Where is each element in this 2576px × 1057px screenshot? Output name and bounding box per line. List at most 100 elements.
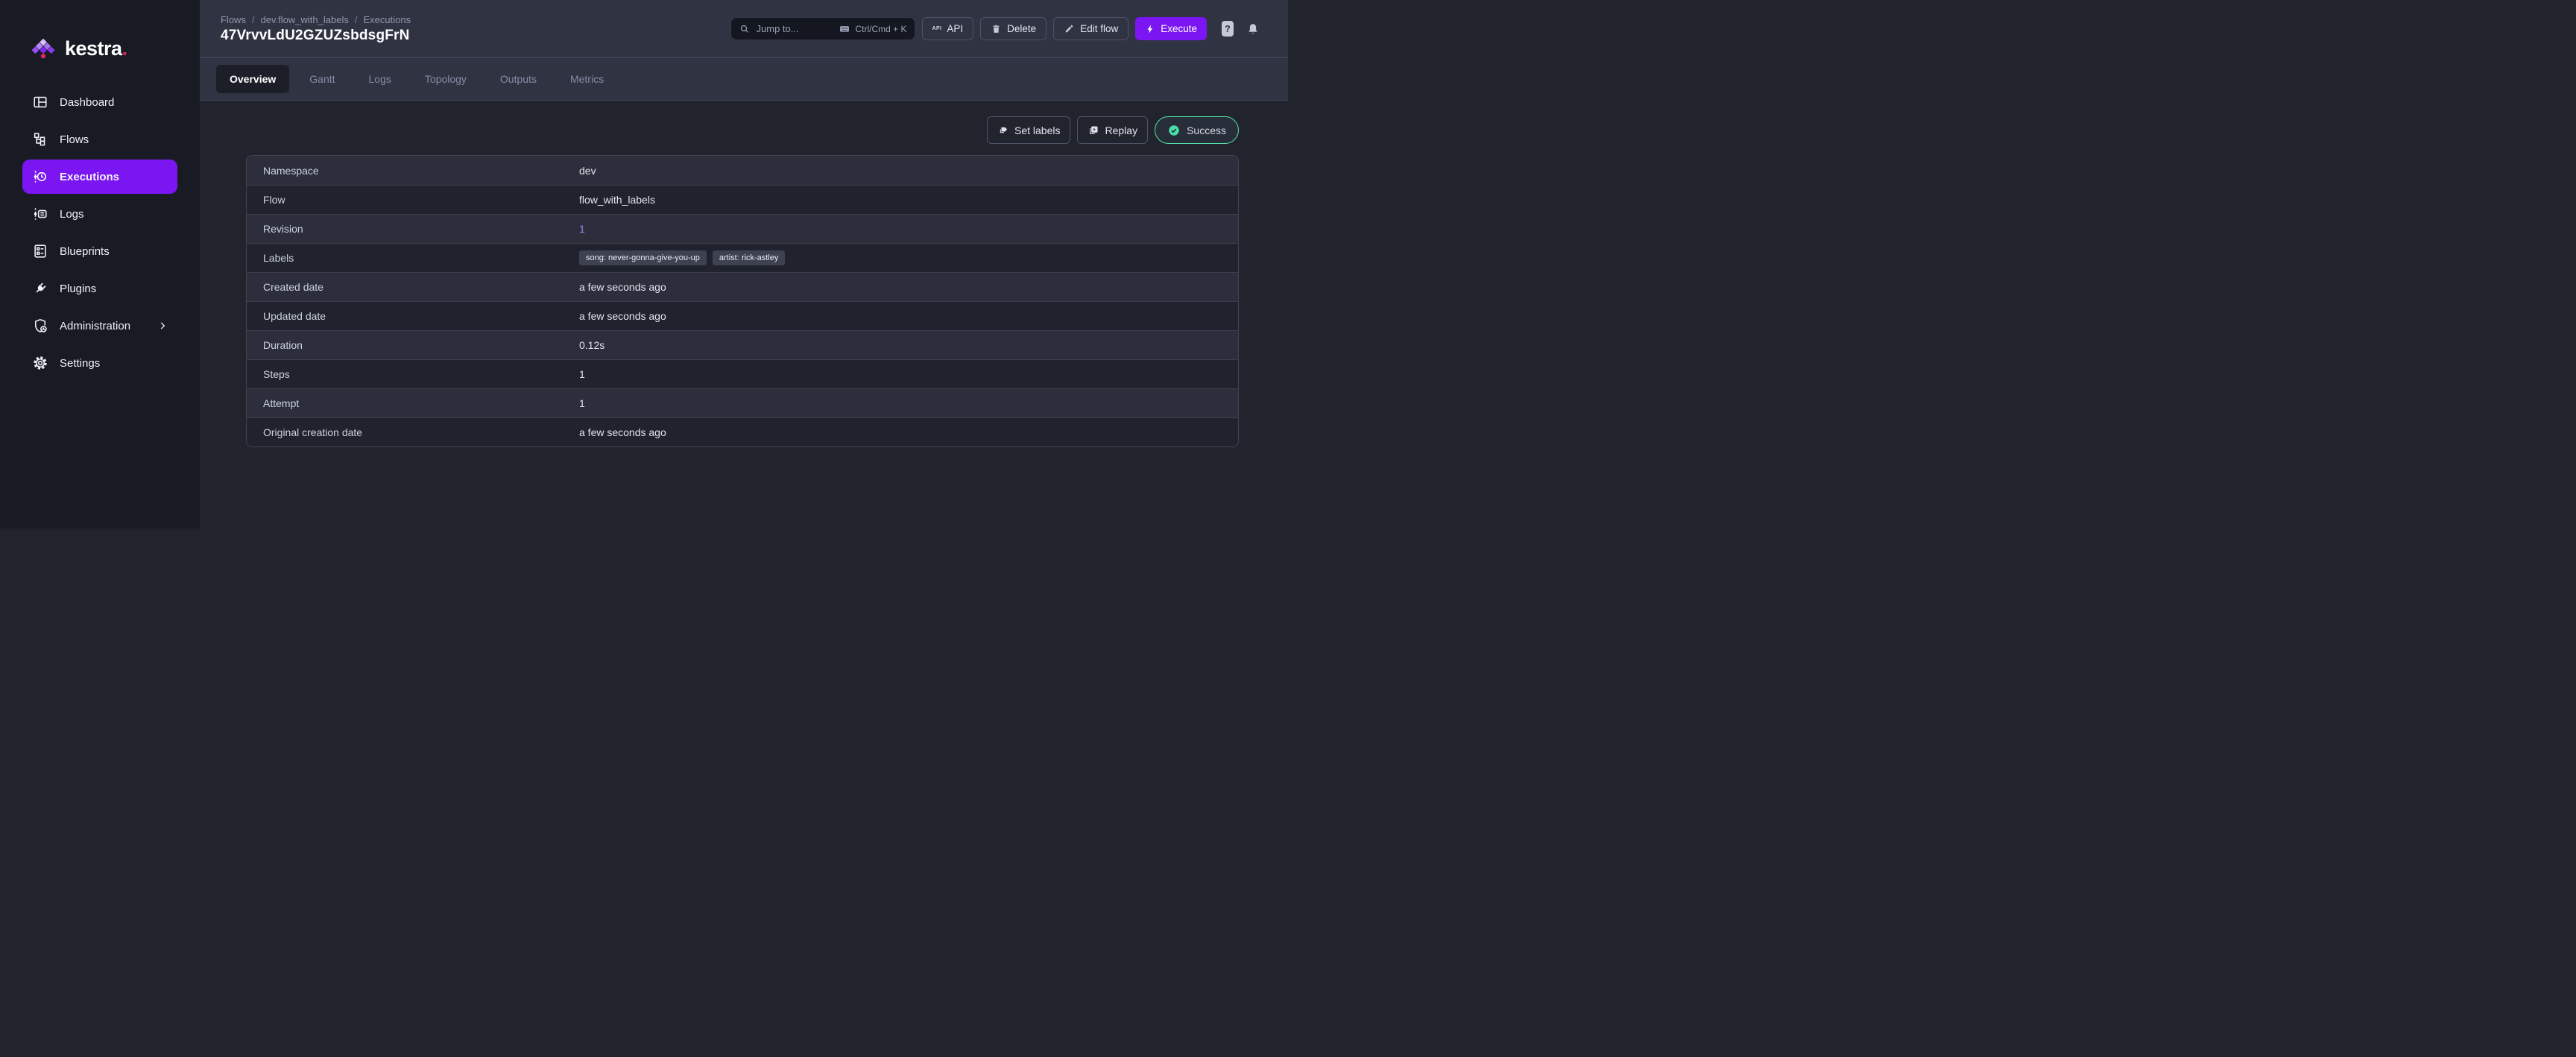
tab-label: Topology [425,73,467,85]
sidebar-item-executions[interactable]: Executions [22,160,177,194]
pencil-icon [1064,23,1075,34]
label-badge-artist[interactable]: artist: rick-astley [713,250,785,265]
tab-metrics[interactable]: Metrics [557,65,617,93]
shortcut-label: Ctrl/Cmd + K [856,24,907,34]
sidebar-item-settings[interactable]: Settings [22,346,177,380]
label-badge-song[interactable]: song: never-gonna-give-you-up [579,250,707,265]
replay-button[interactable]: Replay [1077,116,1148,144]
sidebar-item-label: Administration [60,320,130,332]
sidebar-nav: Dashboard Flows [0,85,200,380]
table-row-steps: Steps 1 [247,359,1238,388]
search-shortcut: Ctrl/Cmd + K [838,23,907,34]
kestra-logo[interactable]: kestra. [0,0,200,60]
main-area: Flows / dev.flow_with_labels / Execution… [200,0,1288,528]
administration-icon [32,318,48,334]
execute-button[interactable]: Execute [1135,17,1207,40]
keyboard-icon [838,23,851,34]
settings-icon [32,355,48,371]
sidebar-item-label: Flows [60,133,89,146]
table-row-original-creation-date: Original creation date a few seconds ago [247,417,1238,447]
set-labels-button-label: Set labels [1014,124,1060,136]
edit-flow-button-label: Edit flow [1080,23,1118,34]
dashboard-icon [32,94,48,110]
row-label: Labels [247,252,579,264]
jump-to-search-input[interactable]: Jump to... Ctrl/Cmd + K [730,17,915,40]
status-badge[interactable]: Success [1155,116,1239,144]
kestra-logo-icon [31,38,55,60]
search-placeholder: Jump to... [757,23,799,34]
delete-button-label: Delete [1007,23,1036,34]
execute-button-label: Execute [1161,23,1197,34]
sidebar-item-label: Logs [60,208,84,221]
sidebar-item-administration[interactable]: Administration [22,309,177,343]
edit-flow-button[interactable]: Edit flow [1053,17,1128,40]
row-value: a few seconds ago [579,426,666,438]
table-row-flow: Flow flow_with_labels [247,185,1238,214]
revision-link[interactable]: 1 [579,223,585,235]
tab-overview[interactable]: Overview [216,65,289,93]
breadcrumb-flows[interactable]: Flows [221,14,246,25]
execution-tabbar: Overview Gantt Logs Topology Outputs Met… [200,58,1288,101]
replay-icon [1087,124,1099,136]
lightning-bolt-icon [1145,24,1155,34]
table-row-updated-date: Updated date a few seconds ago [247,301,1238,330]
set-labels-button[interactable]: Set labels [987,116,1070,144]
row-label: Attempt [247,397,579,409]
chevron-right-icon [157,321,168,331]
tab-gantt[interactable]: Gantt [296,65,348,93]
sidebar-item-dashboard[interactable]: Dashboard [22,85,177,119]
tab-topology[interactable]: Topology [411,65,480,93]
logs-icon [32,206,48,222]
row-value: a few seconds ago [579,281,666,293]
row-label: Duration [247,339,579,351]
breadcrumb-separator: / [355,14,358,25]
execution-actions: Set labels Replay [246,116,1239,144]
sidebar-item-label: Plugins [60,283,96,295]
sidebar-item-blueprints[interactable]: Blueprints [22,234,177,268]
sidebar-item-label: Blueprints [60,245,110,258]
sidebar-item-flows[interactable]: Flows [22,122,177,157]
tab-logs[interactable]: Logs [356,65,405,93]
row-value: 1 [579,397,585,409]
header-controls: Jump to... Ctrl/Cmd + K [730,17,1260,40]
flows-icon [32,131,48,148]
help-icon[interactable]: ? [1222,21,1234,37]
sidebar-item-plugins[interactable]: Plugins [22,271,177,306]
replay-button-label: Replay [1105,124,1137,136]
table-row-namespace: Namespace dev [247,156,1238,185]
breadcrumb-separator: / [252,14,255,25]
breadcrumb: Flows / dev.flow_with_labels / Execution… [221,14,411,25]
labels-badges: song: never-gonna-give-you-up artist: ri… [579,250,785,265]
row-label: Flow [247,194,579,206]
top-header: Flows / dev.flow_with_labels / Execution… [200,0,1288,58]
delete-button[interactable]: Delete [980,17,1046,40]
row-label: Original creation date [247,426,579,438]
row-value: 0.12s [579,339,604,351]
breadcrumb-flow-id[interactable]: dev.flow_with_labels [261,14,349,25]
sidebar: kestra. Dashboard Flows [0,0,200,528]
row-label: Steps [247,368,579,380]
tab-outputs[interactable]: Outputs [487,65,550,93]
row-label: Created date [247,281,579,293]
tab-label: Gantt [309,73,335,85]
row-value: a few seconds ago [579,310,666,322]
table-row-duration: Duration 0.12s [247,330,1238,359]
row-value: flow_with_labels [579,194,655,206]
api-button[interactable]: API API [922,17,974,40]
blueprints-icon [32,243,48,259]
sidebar-item-logs[interactable]: Logs [22,197,177,231]
api-icon: API [932,26,942,31]
page-title: 47VrvvLdU2GZUZsbdsgFrN [221,28,411,44]
overview-content: Set labels Replay [200,101,1288,528]
notifications-bell-icon[interactable] [1246,22,1260,36]
row-label: Namespace [247,165,579,177]
sidebar-item-label: Dashboard [60,96,114,109]
row-label: Updated date [247,310,579,322]
breadcrumb-executions[interactable]: Executions [363,14,411,25]
api-button-label: API [947,23,963,34]
brand-name: kestra. [65,37,127,60]
label-tag-icon [997,124,1009,136]
row-label: Revision [247,223,579,235]
status-badge-label: Success [1187,124,1226,136]
sidebar-item-label: Settings [60,357,100,370]
